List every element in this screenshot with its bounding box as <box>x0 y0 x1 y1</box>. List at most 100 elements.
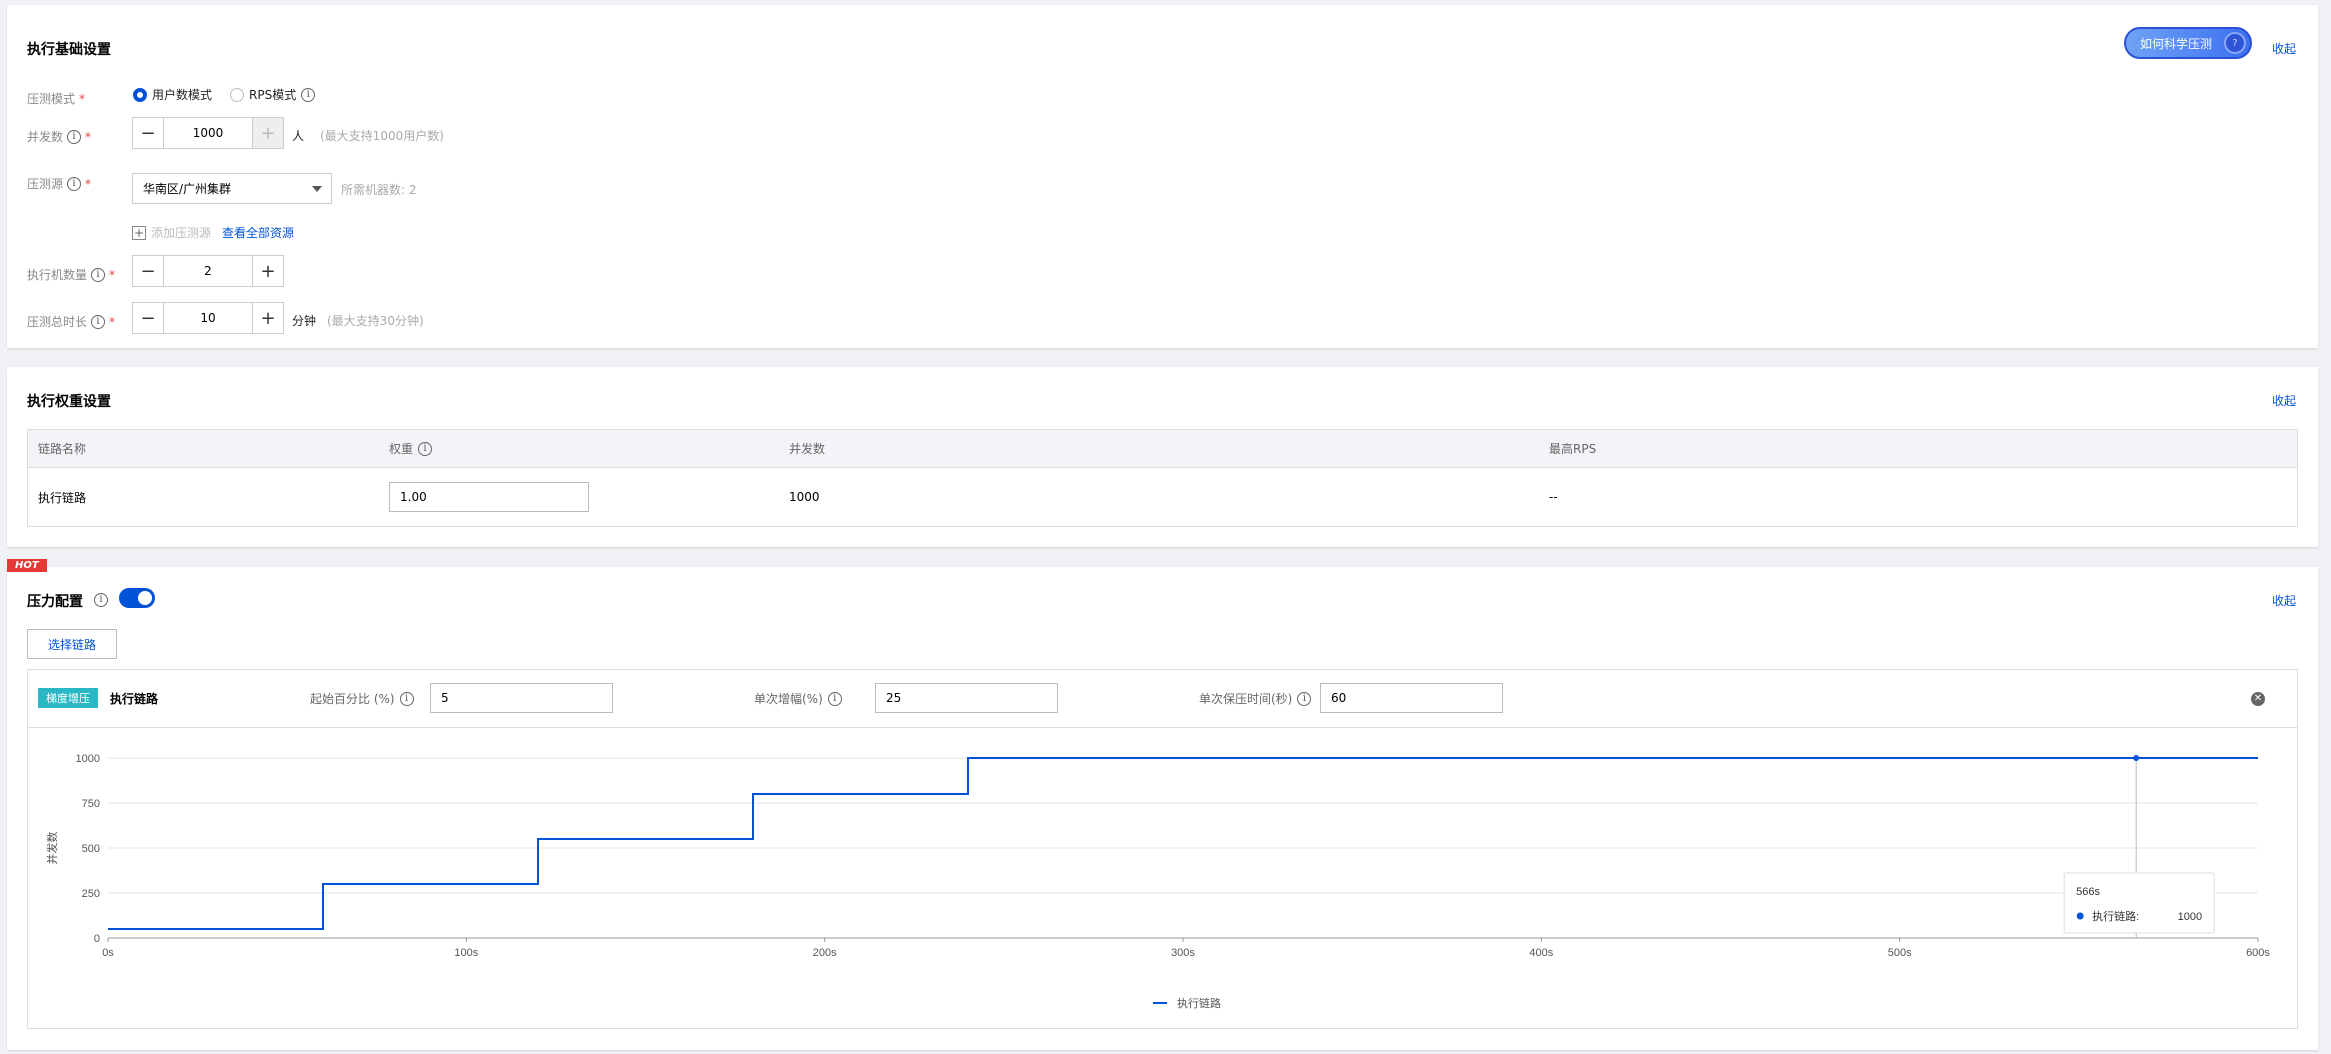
info-icon[interactable]: i <box>399 691 414 706</box>
tooltip-title: 566s <box>2076 886 2100 898</box>
duration-label-text: 压测总时长 <box>27 315 88 329</box>
hot-badge: HOT <box>7 559 47 572</box>
pressure-panel: 梯度增压 执行链路 起始百分比 (%) i 5 单次增幅(%) i 25 单次保… <box>27 669 2298 1029</box>
toggle-knob <box>138 591 152 605</box>
concurrency-hint: (最大支持1000用户数) <box>320 129 444 143</box>
required-mark: * <box>109 314 116 329</box>
minus-icon[interactable]: − <box>133 118 163 148</box>
series-line <box>108 757 2258 930</box>
select-chain-button[interactable]: 选择链路 <box>27 629 117 659</box>
source-select-value: 华南区/广州集群 <box>143 182 232 196</box>
start-percent-input[interactable]: 5 <box>430 683 613 713</box>
col-max-rps: 最高RPS <box>1549 442 1597 456</box>
required-mark: * <box>85 176 92 191</box>
chevron-down-icon <box>312 186 322 192</box>
hold-time-label: 单次保压时间(秒) i <box>1199 690 1312 707</box>
required-mark: * <box>79 91 86 106</box>
info-icon[interactable]: i <box>301 87 316 102</box>
tooltip-series: 执行链路: <box>2092 909 2139 923</box>
required-mark: * <box>85 129 92 144</box>
step-increase-input[interactable]: 25 <box>875 683 1058 713</box>
tooltip-point <box>2133 755 2140 761</box>
add-source-label: 添加压测源 <box>151 226 212 240</box>
info-icon[interactable]: i <box>67 176 82 191</box>
duration-unit: 分钟 <box>292 314 317 328</box>
mode-radio-group: 用户数模式 RPS模式 i <box>133 86 316 103</box>
plus-icon[interactable]: + <box>253 303 283 333</box>
minus-icon[interactable]: − <box>133 256 163 286</box>
hold-time-label-text: 单次保压时间(秒) <box>1199 692 1293 706</box>
minus-icon[interactable]: − <box>133 303 163 333</box>
radio-user-mode[interactable]: 用户数模式 <box>133 86 212 103</box>
concurrency-label-text: 并发数 <box>27 130 64 144</box>
info-icon[interactable]: i <box>418 441 433 456</box>
legend-label: 执行链路 <box>1177 996 1221 1010</box>
concurrency-label: 并发数 i * <box>27 128 91 145</box>
x-tick-label: 200s <box>813 947 837 959</box>
required-mark: * <box>109 267 116 282</box>
radio-checked-icon <box>133 87 147 102</box>
plus-icon[interactable]: + <box>253 256 283 286</box>
radio-unchecked-icon <box>230 87 245 102</box>
tooltip-marker <box>2076 912 2084 920</box>
info-icon[interactable]: i <box>91 267 106 282</box>
source-select[interactable]: 华南区/广州集群 <box>132 173 332 204</box>
basic-settings-card: 执行基础设置 如何科学压测 ? 收起 压测模式 * 用户数模式 RPS模式 i … <box>7 5 2318 348</box>
radio-user-mode-label: 用户数模式 <box>152 88 213 102</box>
tooltip-box <box>2063 872 2215 934</box>
start-percent-label-text: 起始百分比 (%) <box>310 692 395 706</box>
concurrency-value[interactable]: 1000 <box>163 118 253 148</box>
y-tick-label: 500 <box>82 843 100 855</box>
col-concurrency: 并发数 <box>789 442 826 456</box>
science-test-button[interactable]: 如何科学压测 ? <box>2124 27 2252 59</box>
info-icon[interactable]: i <box>827 691 842 706</box>
source-label-text: 压测源 <box>27 177 64 191</box>
step-increase-label-text: 单次增幅(%) <box>754 692 823 706</box>
table-header: 链路名称 权重 i 并发数 最高RPS <box>28 430 2297 468</box>
step-increase-label: 单次增幅(%) i <box>754 690 842 707</box>
pressure-panel-header: 梯度增压 执行链路 起始百分比 (%) i 5 单次增幅(%) i 25 单次保… <box>28 670 2297 728</box>
view-all-resources-link[interactable]: 查看全部资源 <box>222 224 294 241</box>
mode-label-text: 压测模式 <box>27 92 76 106</box>
basic-collapse-link[interactable]: 收起 <box>2272 40 2296 57</box>
hold-time-input[interactable]: 60 <box>1320 683 1503 713</box>
duration-stepper[interactable]: − 10 + <box>132 302 284 334</box>
x-tick-label: 0s <box>102 947 114 959</box>
x-tick-label: 300s <box>1171 947 1195 959</box>
info-icon[interactable]: i <box>67 129 82 144</box>
science-test-label: 如何科学压测 <box>2140 36 2213 51</box>
col-chain-name: 链路名称 <box>38 442 87 456</box>
duration-hint: (最大支持30分钟) <box>327 314 424 328</box>
info-icon[interactable]: i <box>1297 691 1312 706</box>
gradient-tag: 梯度增压 <box>38 688 98 708</box>
tooltip-value: 1000 <box>2178 911 2202 923</box>
mode-label: 压测模式 * <box>27 90 85 107</box>
info-icon[interactable]: i <box>91 314 106 329</box>
col-weight: 权重 i <box>389 430 433 467</box>
duration-label: 压测总时长 i * <box>27 313 115 330</box>
machines-needed: 所需机器数: 2 <box>341 183 417 197</box>
pressure-collapse-link[interactable]: 收起 <box>2272 592 2296 609</box>
machine-count-stepper[interactable]: − 2 + <box>132 255 284 287</box>
machine-count-label: 执行机数量 i * <box>27 266 115 283</box>
weight-input[interactable]: 1.00 <box>389 482 589 512</box>
weight-settings-card: 执行权重设置 收起 链路名称 权重 i 并发数 最高RPS 执行链路 1.00 … <box>7 367 2318 547</box>
add-source-button[interactable]: + 添加压测源 <box>132 224 211 241</box>
chain-name: 执行链路 <box>110 692 159 706</box>
concurrency-stepper[interactable]: − 1000 + <box>132 117 284 149</box>
duration-value[interactable]: 10 <box>163 303 253 333</box>
machine-count-value[interactable]: 2 <box>163 256 253 286</box>
close-icon[interactable]: ✕ <box>2251 692 2265 706</box>
info-icon[interactable]: i <box>94 593 108 607</box>
weight-collapse-link[interactable]: 收起 <box>2272 392 2296 409</box>
x-tick-label: 400s <box>1529 947 1553 959</box>
y-tick-label: 250 <box>82 888 100 900</box>
plus-box-icon: + <box>132 225 146 240</box>
pressure-toggle[interactable] <box>119 588 155 608</box>
radio-rps-mode[interactable]: RPS模式 i <box>230 86 316 103</box>
concurrency-unit: 人 <box>292 129 305 143</box>
row-max-rps: -- <box>1549 490 1558 504</box>
plus-icon[interactable]: + <box>253 118 283 148</box>
x-tick-label: 600s <box>2246 947 2270 959</box>
row-concurrency: 1000 <box>789 490 820 504</box>
